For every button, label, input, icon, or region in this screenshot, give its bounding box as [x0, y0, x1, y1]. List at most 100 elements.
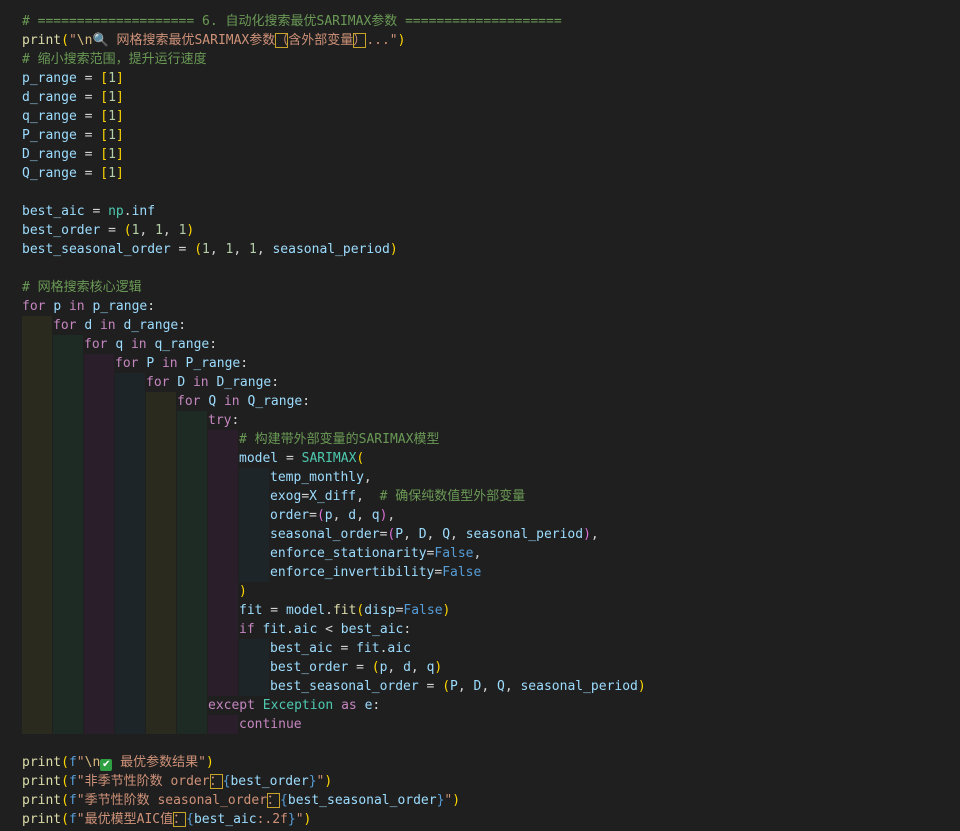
code-token: 最优参数结果": [112, 755, 206, 770]
code-token: seasonal_period: [520, 679, 638, 694]
code-token: q: [115, 337, 124, 352]
code-line[interactable]: fit = model.fit(disp=False): [22, 601, 646, 620]
code-token: "季节性阶数 seasonal_order: [76, 793, 268, 808]
code-token: fit: [239, 603, 263, 618]
code-line[interactable]: seasonal_order=(P, D, Q, seasonal_period…: [22, 525, 646, 544]
code-line[interactable]: for q in q_range:: [22, 335, 646, 354]
code-line[interactable]: best_order = (p, d, q): [22, 658, 646, 677]
code-line[interactable]: Q_range = [1]: [22, 164, 646, 183]
code-line[interactable]: ): [22, 582, 646, 601]
code-token: fit: [356, 641, 380, 656]
code-editor[interactable]: # ==================== 6. 自动化搜索最优SARIMAX…: [0, 0, 960, 831]
code-line[interactable]: best_order = (1, 1, 1): [22, 221, 646, 240]
code-line[interactable]: # 缩小搜索范围，提升运行速度: [22, 50, 646, 69]
code-line[interactable]: # 构建带外部变量的SARIMAX模型: [22, 430, 646, 449]
code-token: =: [84, 204, 109, 219]
code-line[interactable]: best_aic = np.inf: [22, 202, 646, 221]
code-token: best_aic: [340, 622, 404, 637]
code-token: Q_range: [247, 394, 303, 409]
code-token: try: [208, 413, 232, 428]
code-token: (: [123, 223, 132, 238]
code-token: =: [76, 71, 101, 86]
code-token: }: [287, 812, 296, 827]
code-line[interactable]: D_range = [1]: [22, 145, 646, 164]
code-token: [: [100, 90, 109, 105]
code-line[interactable]: for d in d_range:: [22, 316, 646, 335]
code-token: f: [68, 793, 77, 808]
code-line[interactable]: enforce_invertibility=False: [22, 563, 646, 582]
code-token: 1: [249, 242, 257, 257]
code-line[interactable]: [22, 734, 646, 753]
code-line[interactable]: q_range = [1]: [22, 107, 646, 126]
code-line[interactable]: # ==================== 6. 自动化搜索最优SARIMAX…: [22, 12, 646, 31]
code-line[interactable]: # 网格搜索核心逻辑: [22, 278, 646, 297]
code-token: =: [76, 109, 101, 124]
code-token: [: [100, 71, 109, 86]
code-area[interactable]: # ==================== 6. 自动化搜索最优SARIMAX…: [22, 12, 646, 829]
code-token: ,: [233, 242, 249, 257]
code-token: False: [403, 603, 443, 618]
code-line[interactable]: temp_monthly,: [22, 468, 646, 487]
code-line[interactable]: P_range = [1]: [22, 126, 646, 145]
code-line[interactable]: for D in D_range:: [22, 373, 646, 392]
code-token: if: [239, 622, 255, 637]
code-line[interactable]: p_range = [1]: [22, 69, 646, 88]
code-token: D_range: [216, 375, 272, 390]
code-token: \n: [84, 755, 101, 770]
code-token: ,: [426, 527, 443, 542]
code-token: in: [99, 318, 116, 333]
code-line[interactable]: if fit.aic < best_aic:: [22, 620, 646, 639]
code-line[interactable]: for P in P_range:: [22, 354, 646, 373]
code-token: print: [22, 774, 62, 789]
code-token: ,: [256, 242, 273, 257]
code-token: =: [262, 603, 286, 618]
code-token: 1: [108, 128, 116, 143]
code-token: "最优模型AIC值: [76, 812, 174, 827]
code-token: =: [418, 679, 443, 694]
code-line[interactable]: [22, 259, 646, 278]
code-token: ...": [366, 33, 398, 48]
code-token: temp_monthly: [270, 470, 364, 485]
code-token: # 确保纯数值型外部变量: [379, 489, 526, 504]
code-token: Q: [442, 527, 451, 542]
code-line[interactable]: [22, 183, 646, 202]
code-line[interactable]: print(f"最优模型AIC值：{best_aic:.2f}"): [22, 810, 646, 829]
code-line[interactable]: for Q in Q_range:: [22, 392, 646, 411]
code-line[interactable]: order=(p, d, q),: [22, 506, 646, 525]
code-line[interactable]: d_range = [1]: [22, 88, 646, 107]
code-token: False: [434, 546, 474, 561]
code-token: =: [76, 128, 101, 143]
code-token: D: [418, 527, 427, 542]
code-token: =: [301, 489, 310, 504]
code-line[interactable]: for p in p_range:: [22, 297, 646, 316]
code-line[interactable]: print(f"季节性阶数 seasonal_order：{best_seaso…: [22, 791, 646, 810]
code-line[interactable]: best_aic = fit.aic: [22, 639, 646, 658]
code-line[interactable]: print(f"\n ✔ 最优参数结果"): [22, 753, 646, 772]
code-line[interactable]: best_seasonal_order = (P, D, Q, seasonal…: [22, 677, 646, 696]
code-token: best_order: [230, 774, 309, 789]
code-token: P_range: [185, 356, 241, 371]
code-line[interactable]: print("\n🔍 网格搜索最优SARIMAX参数（含外部变量）..."): [22, 31, 646, 50]
code-token: best_aic: [270, 641, 333, 656]
code-token: disp: [364, 603, 396, 618]
code-line[interactable]: best_seasonal_order = (1, 1, 1, seasonal…: [22, 240, 646, 259]
code-token: ）: [353, 33, 367, 48]
code-line[interactable]: exog=X_diff, # 确保纯数值型外部变量: [22, 487, 646, 506]
code-token: in: [223, 394, 240, 409]
code-token: f: [68, 812, 77, 827]
code-token: as: [341, 698, 357, 713]
code-line[interactable]: continue: [22, 715, 646, 734]
code-token: d: [84, 318, 93, 333]
code-line[interactable]: model = SARIMAX(: [22, 449, 646, 468]
code-token: Exception: [262, 698, 334, 713]
code-line[interactable]: except Exception as e:: [22, 696, 646, 715]
code-line[interactable]: try:: [22, 411, 646, 430]
code-token: for: [22, 299, 46, 314]
code-token: 1: [108, 166, 116, 181]
code-line[interactable]: print(f"非季节性阶数 order：{best_order}"): [22, 772, 646, 791]
code-token: :: [302, 394, 311, 409]
code-line[interactable]: enforce_stationarity=False,: [22, 544, 646, 563]
